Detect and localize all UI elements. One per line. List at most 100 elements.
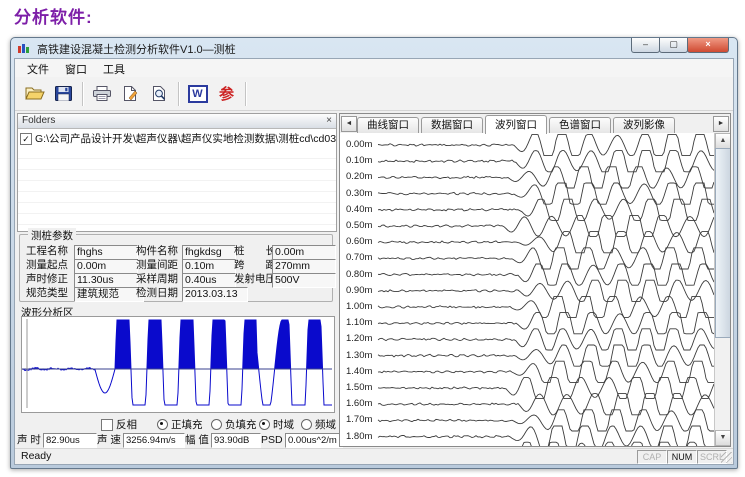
folder-empty-rows bbox=[18, 148, 336, 236]
page-title: 分析软件: bbox=[14, 3, 93, 28]
invert-check-label: 反相 bbox=[116, 417, 137, 432]
save-button[interactable] bbox=[49, 80, 78, 107]
readout-label-3: PSD bbox=[261, 433, 283, 447]
open-file-button[interactable] bbox=[20, 80, 49, 107]
status-indicator-num: NUM bbox=[667, 450, 697, 464]
param-field[interactable]: 270mm bbox=[272, 259, 336, 274]
domain-option-1[interactable]: 频域 bbox=[301, 417, 336, 432]
tab-3[interactable]: 色谱窗口 bbox=[549, 117, 611, 133]
titlebar[interactable]: 高铁建设混凝土检测分析软件V1.0—测桩 – ▢ × bbox=[11, 38, 737, 58]
waveform-controls-row: 反相 正填充 负填充 时域频域 bbox=[17, 417, 337, 430]
domain-option-0-label: 时域 bbox=[273, 417, 294, 432]
fill-radio-1[interactable] bbox=[211, 419, 222, 430]
domain-option-0[interactable]: 时域 bbox=[259, 417, 294, 432]
param-field[interactable]: fhgkdsg bbox=[182, 245, 236, 260]
folder-empty-row bbox=[18, 214, 336, 225]
depth-label-18: 1.80m bbox=[346, 431, 372, 442]
depth-label-12: 1.20m bbox=[346, 333, 372, 344]
param-field[interactable]: 0.40us bbox=[182, 273, 236, 288]
close-button[interactable]: × bbox=[687, 38, 729, 53]
folders-close-icon[interactable]: × bbox=[326, 114, 332, 128]
toolbar-separator bbox=[82, 82, 83, 106]
folder-empty-row bbox=[18, 170, 336, 181]
menu-item-2[interactable]: 工具 bbox=[95, 59, 133, 77]
scroll-up-icon[interactable]: ▲ bbox=[715, 133, 730, 149]
depth-label-10: 1.00m bbox=[346, 301, 372, 312]
toolbar: W参 bbox=[15, 77, 733, 111]
folders-panel-header: × Folders bbox=[18, 114, 336, 129]
word-export-button[interactable]: W bbox=[183, 80, 212, 107]
param-label: 规范类型 bbox=[26, 287, 72, 300]
invert-check[interactable]: 反相 bbox=[101, 417, 137, 432]
tab-0[interactable]: 曲线窗口 bbox=[357, 117, 419, 133]
param-field[interactable]: fhghs bbox=[74, 245, 138, 260]
folders-panel-title: Folders bbox=[22, 115, 55, 126]
depth-label-16: 1.60m bbox=[346, 398, 372, 409]
param-label: 构件名称 bbox=[136, 245, 182, 258]
wave-train-area[interactable]: 0.00m0.10m0.20m0.30m0.40m0.50m0.60m0.70m… bbox=[340, 133, 730, 446]
right-panel: ◄ 曲线窗口数据窗口波列窗口色谱窗口波列影像 ► 0.00m0.10m0.20m… bbox=[339, 113, 731, 447]
readout-field-0[interactable]: 82.90us bbox=[43, 433, 97, 448]
depth-label-8: 0.80m bbox=[346, 269, 372, 280]
tab-1[interactable]: 数据窗口 bbox=[421, 117, 483, 133]
param-field[interactable]: 0.10m bbox=[182, 259, 236, 274]
param-label: 采样周期 bbox=[136, 273, 182, 286]
minimize-button[interactable]: – bbox=[631, 38, 660, 53]
word-export-button-glyph: W bbox=[188, 85, 208, 103]
readout-field-2[interactable]: 93.90dB bbox=[211, 433, 261, 448]
param-field[interactable]: 2013.03.13 bbox=[182, 287, 248, 302]
tabstrip: ◄ 曲线窗口数据窗口波列窗口色谱窗口波列影像 ► bbox=[340, 114, 730, 134]
tab-scroll-left-icon[interactable]: ◄ bbox=[341, 116, 357, 132]
param-field[interactable]: 建筑规范 bbox=[74, 287, 144, 302]
fill-radio-0[interactable] bbox=[157, 419, 168, 430]
pile-params-title: 测桩参数 bbox=[28, 228, 76, 243]
menubar: 文件窗口工具 bbox=[15, 59, 733, 78]
parameters-button-glyph: 参 bbox=[219, 83, 234, 104]
fill-option-0[interactable]: 正填充 bbox=[157, 417, 203, 432]
readout-field-3[interactable]: 0.00us^2/m bbox=[285, 433, 343, 448]
folder-empty-row bbox=[18, 181, 336, 192]
param-field[interactable]: 500V bbox=[272, 273, 336, 288]
resize-grip[interactable] bbox=[721, 452, 732, 463]
waveform-analysis-plot[interactable] bbox=[21, 316, 335, 413]
param-field[interactable]: 0.00m bbox=[74, 259, 138, 274]
folder-list-item[interactable]: ✓ G:\公司产品设计开发\超声仪器\超声仪实地检测数据\测桩cd\cd03\c… bbox=[18, 129, 336, 148]
toolbar-separator bbox=[245, 82, 246, 106]
content: × Folders ✓ G:\公司产品设计开发\超声仪器\超声仪实地检测数据\测… bbox=[15, 111, 733, 449]
param-label: 测量起点 bbox=[26, 259, 72, 272]
scroll-down-icon[interactable]: ▼ bbox=[715, 430, 730, 446]
app-window: 高铁建设混凝土检测分析软件V1.0—测桩 – ▢ × 文件窗口工具 W参 × F… bbox=[10, 37, 738, 469]
param-label: 声时修正 bbox=[26, 273, 72, 286]
waveform-analysis-svg bbox=[22, 317, 332, 410]
fill-option-1-label: 负填充 bbox=[225, 417, 257, 432]
param-field[interactable]: 0.00m bbox=[272, 245, 336, 260]
report-edit-button[interactable] bbox=[116, 80, 145, 107]
invert-checkbox[interactable] bbox=[101, 419, 113, 431]
readout-row: 声 时82.90us声 速3256.94m/s幅 值93.90dBPSD0.00… bbox=[17, 433, 337, 448]
print-preview-button[interactable] bbox=[145, 80, 174, 107]
tab-4[interactable]: 波列影像 bbox=[613, 117, 675, 133]
maximize-button[interactable]: ▢ bbox=[659, 38, 688, 53]
domain-radio-0[interactable] bbox=[259, 419, 270, 430]
print-preview-icon bbox=[151, 86, 169, 101]
print-button[interactable] bbox=[87, 80, 116, 107]
parameters-button[interactable]: 参 bbox=[212, 80, 241, 107]
folder-checkbox[interactable]: ✓ bbox=[20, 133, 32, 145]
open-folder-icon bbox=[25, 86, 45, 101]
tab-2[interactable]: 波列窗口 bbox=[485, 115, 547, 134]
depth-label-9: 0.90m bbox=[346, 285, 372, 296]
folder-empty-row bbox=[18, 203, 336, 214]
vertical-scrollbar[interactable]: ▲ ▼ bbox=[714, 133, 730, 446]
domain-radio-1[interactable] bbox=[301, 419, 312, 430]
fill-option-1[interactable]: 负填充 bbox=[211, 417, 257, 432]
status-indicator-cap: CAP bbox=[637, 450, 667, 464]
param-field[interactable]: 11.30us bbox=[74, 273, 138, 288]
readout-field-1[interactable]: 3256.94m/s bbox=[123, 433, 185, 448]
statusbar: Ready CAPNUMSCRL bbox=[15, 448, 733, 464]
tab-scroll-right-icon[interactable]: ► bbox=[713, 116, 729, 132]
fill-option-0-label: 正填充 bbox=[171, 417, 203, 432]
scrollbar-thumb[interactable] bbox=[715, 148, 730, 338]
menu-item-0[interactable]: 文件 bbox=[19, 59, 57, 77]
readout-label-2: 幅 值 bbox=[185, 433, 209, 447]
menu-item-1[interactable]: 窗口 bbox=[57, 59, 95, 77]
